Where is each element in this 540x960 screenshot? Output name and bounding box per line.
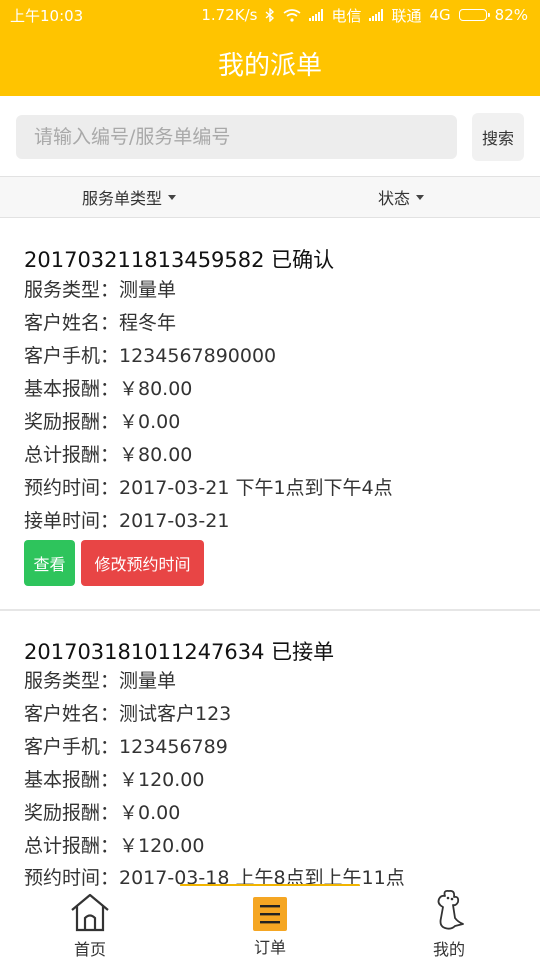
modify-appointment-label: 修改预约时间: [94, 555, 191, 574]
service-type: 服务类型：测量单: [24, 670, 177, 692]
tab-bar: 首页 订单 我的: [0, 886, 540, 960]
view-button-label: 查看: [33, 555, 66, 574]
customer-phone: 客户手机：1234567890000: [24, 345, 277, 367]
caret-down-icon: [168, 194, 177, 200]
filter-bar: 服务单类型 状态: [0, 176, 540, 218]
service-type: 服务类型：测量单: [24, 279, 177, 301]
caret-down-icon: [416, 194, 425, 200]
status-time: 上午10:03: [10, 6, 84, 25]
status-bar: 上午10:03 1.72K/s 电信 联通 4G 82%: [0, 0, 540, 30]
carrier-1: 电信: [331, 6, 362, 25]
battery-percent: 82%: [494, 6, 528, 24]
search-button-label: 搜索: [481, 129, 514, 148]
status-right: 1.72K/s 电信 联通 4G 82%: [201, 5, 528, 26]
tab-orders[interactable]: 订单: [210, 886, 330, 960]
app-header: 我的派单: [0, 30, 540, 96]
appointment-time: 预约时间：2017-03-21 下午1点到下午4点: [24, 477, 393, 499]
wifi-icon: [283, 8, 301, 22]
filter-service-type[interactable]: 服务单类型: [82, 177, 177, 217]
battery-icon: [458, 9, 490, 21]
view-button[interactable]: 查看: [24, 540, 75, 586]
bonus-pay: 奖励报酬：￥0.00: [24, 411, 181, 433]
accept-time: 接单时间：2017-03-21: [24, 510, 230, 532]
home-icon: [71, 893, 109, 932]
filter-status[interactable]: 状态: [378, 177, 425, 217]
search-button[interactable]: 搜索: [472, 113, 524, 161]
network-type: 4G: [429, 6, 451, 24]
network-speed: 1.72K/s: [201, 6, 258, 24]
profile-icon: [437, 889, 464, 930]
order-title: 201703181011247634 已接单: [24, 640, 335, 664]
customer-name: 客户姓名：程冬年: [24, 312, 177, 334]
page-title: 我的派单: [217, 50, 322, 81]
total-pay: 总计报酬：￥120.00: [24, 835, 205, 857]
modify-appointment-button[interactable]: 修改预约时间: [81, 540, 204, 586]
bluetooth-icon: [265, 8, 275, 22]
base-pay: 基本报酬：￥80.00: [24, 378, 193, 400]
filter-service-type-label: 服务单类型: [82, 189, 163, 208]
search-input[interactable]: [16, 115, 457, 159]
order-card: 201703211813459582 已确认 服务类型：测量单 客户姓名：程冬年…: [0, 219, 540, 609]
filter-status-label: 状态: [378, 189, 411, 208]
carrier-2: 联通: [391, 6, 422, 25]
base-pay: 基本报酬：￥120.00: [24, 769, 205, 791]
tab-profile[interactable]: 我的: [389, 886, 509, 960]
signal-icon: [309, 9, 324, 21]
signal-icon-2: [369, 9, 384, 21]
tab-home-label: 首页: [73, 940, 106, 959]
tab-home[interactable]: 首页: [30, 886, 150, 960]
tab-orders-label: 订单: [253, 938, 286, 957]
bonus-pay: 奖励报酬：￥0.00: [24, 802, 181, 824]
customer-name: 客户姓名：测试客户123: [24, 703, 232, 725]
search-row: [0, 96, 540, 176]
order-card: 201703181011247634 已接单 服务类型：测量单 客户姓名：测试客…: [0, 611, 540, 889]
customer-phone: 客户手机：123456789: [24, 736, 228, 758]
total-pay: 总计报酬：￥80.00: [24, 444, 193, 466]
order-title: 201703211813459582 已确认: [24, 248, 335, 272]
tab-profile-label: 我的: [432, 940, 465, 959]
orders-icon: [253, 897, 287, 931]
